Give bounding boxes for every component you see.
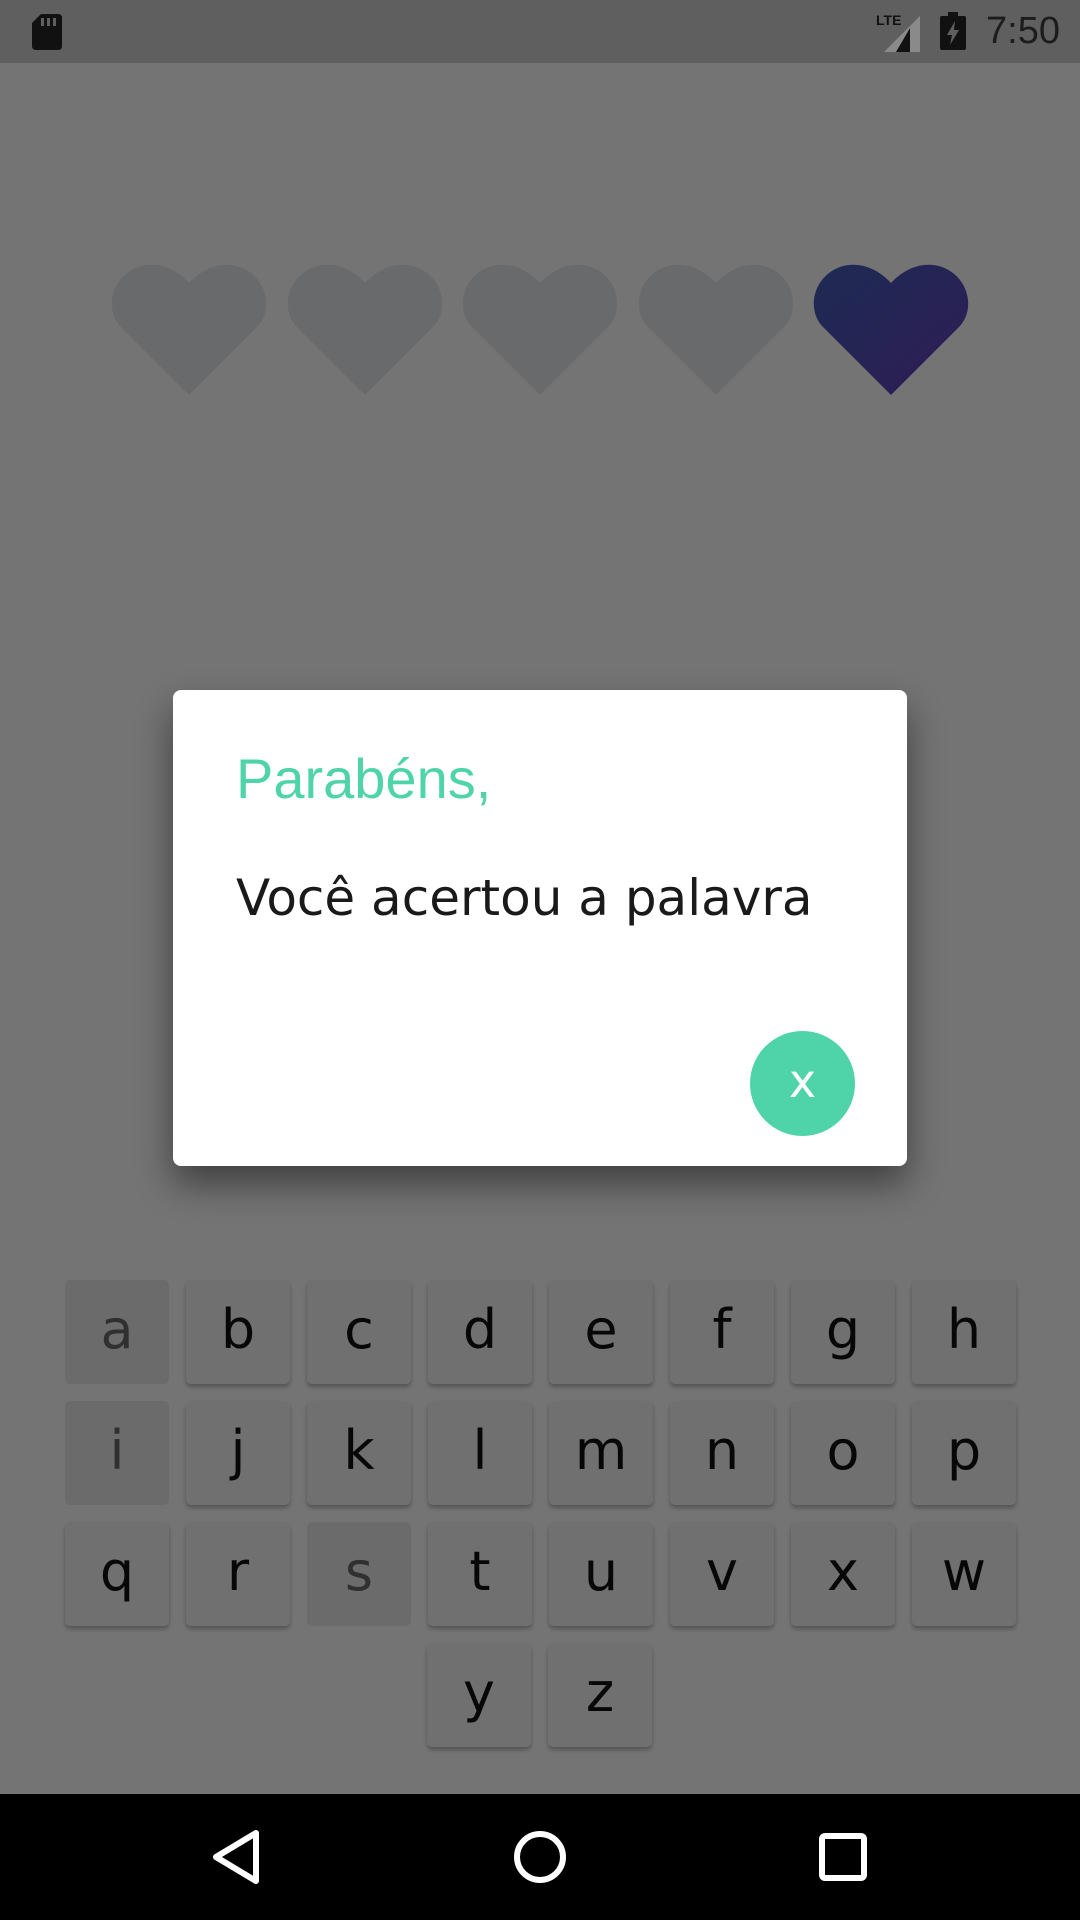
dialog-title: Parabéns, bbox=[236, 747, 492, 810]
sd-card-icon bbox=[32, 14, 62, 50]
dialog-message: Você acertou a palavra bbox=[236, 869, 813, 927]
lte-label: LTE bbox=[876, 12, 901, 28]
success-dialog: Parabéns, Você acertou a palavra x bbox=[173, 690, 907, 1166]
status-time: 7:50 bbox=[986, 10, 1060, 52]
battery-charging-icon bbox=[940, 12, 966, 50]
recents-icon[interactable] bbox=[813, 1827, 873, 1887]
home-icon[interactable] bbox=[510, 1827, 570, 1887]
lte-signal-icon: LTE bbox=[876, 12, 920, 52]
status-bar: LTE 7:50 bbox=[0, 0, 1080, 63]
back-icon[interactable] bbox=[206, 1827, 266, 1887]
close-button[interactable]: x bbox=[750, 1031, 855, 1136]
navigation-bar bbox=[0, 1794, 1080, 1920]
